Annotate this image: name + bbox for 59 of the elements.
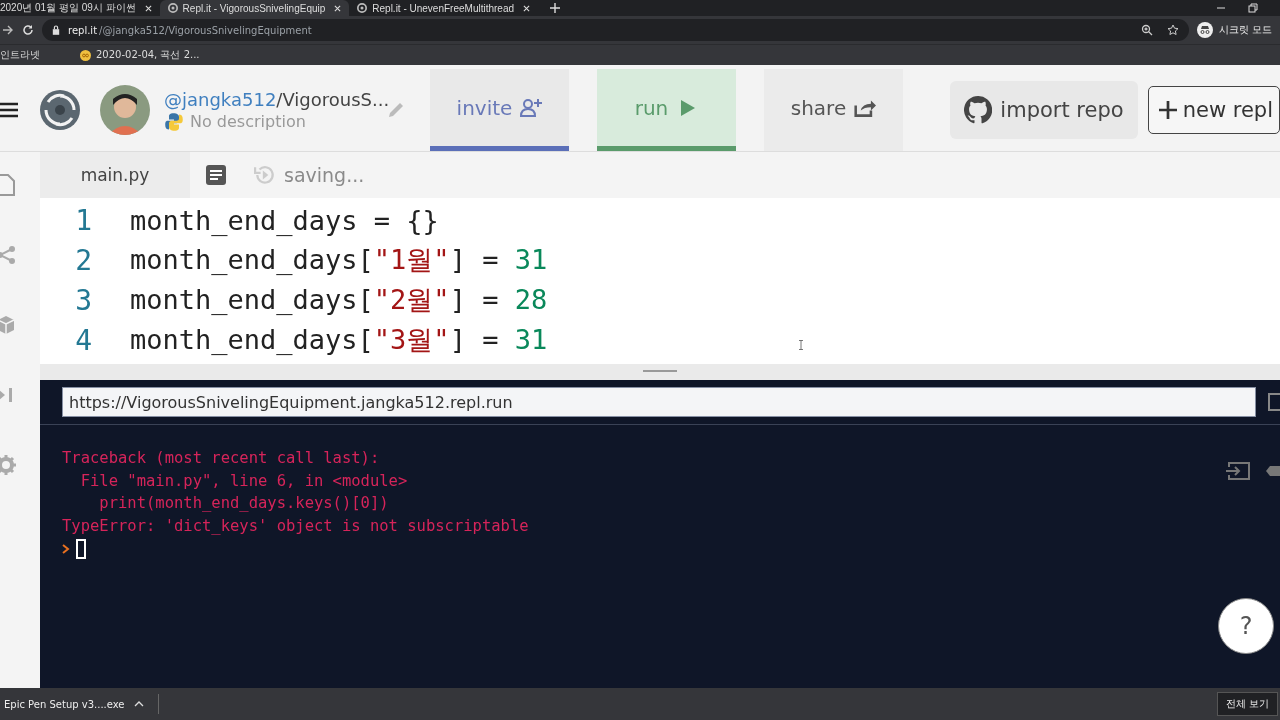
line-number: 1 [74, 203, 93, 237]
code-line: month_end_days["1월"] = 31 [130, 243, 548, 277]
line-number: 4 [74, 323, 93, 357]
document-icon[interactable] [206, 165, 226, 185]
caret-icon[interactable] [134, 701, 145, 707]
add-person-icon [520, 97, 543, 118]
incognito-icon [1196, 22, 1213, 38]
close-icon[interactable] [334, 4, 342, 12]
url-field[interactable]: https://VigorousSnivelingEquipment.jangka512.repl.run [62, 387, 1256, 417]
browser-tab[interactable]: 2020년 01월 평일 09시 파이썬 [0, 0, 160, 16]
repl-title[interactable]: @jangka512/VigorousS... [164, 88, 386, 110]
header-tab[interactable]: share [764, 69, 903, 151]
profile-button[interactable]: 시크릿 모드 [1196, 22, 1280, 38]
cat-logo-icon [964, 96, 993, 124]
close-icon[interactable] [523, 4, 531, 12]
plus-icon [1158, 101, 1177, 119]
history-icon [254, 164, 276, 186]
prompt-icon [62, 544, 70, 554]
code-line: month_end_days = {} [130, 204, 439, 236]
input-icon[interactable] [1226, 461, 1252, 481]
forward-icon[interactable] [2, 24, 14, 36]
new-tab-icon[interactable] [550, 3, 561, 13]
line-number: 2 [74, 243, 93, 277]
code-line: month_end_days["3월"] = 31 [130, 323, 548, 357]
close-icon[interactable] [144, 4, 152, 12]
code-line: month_end_days["2월"] = 28 [130, 283, 548, 317]
star-icon[interactable] [1166, 24, 1179, 36]
clear-icon[interactable] [1266, 464, 1280, 478]
resize-handle[interactable] [643, 370, 677, 372]
zoom-icon[interactable] [1140, 24, 1153, 36]
reload-icon[interactable] [22, 24, 34, 36]
window-icon[interactable] [1268, 393, 1280, 411]
help-button[interactable]: ? [1218, 598, 1274, 654]
download-item[interactable]: Epic Pen Setup v3....exe [0, 698, 125, 710]
python-icon [164, 111, 184, 132]
text-cursor-icon [798, 340, 804, 350]
bookmark[interactable]: 인트라넷 [0, 48, 40, 62]
address-bar[interactable]: repl.it /@jangka512/VigorousSnivelingEquipment [42, 19, 1189, 41]
restore-icon[interactable] [1248, 3, 1258, 13]
avatar[interactable] [100, 85, 150, 135]
bookmark[interactable]: 2020-02-04, 곡선 2... [52, 48, 200, 62]
browser-tab[interactable]: Repl.it - UnevenFreeMultithread [349, 0, 539, 16]
console-output: TypeError: 'dict_keys' object is not subscriptable [62, 515, 530, 537]
lock-icon [52, 25, 60, 35]
save-status: saving... [284, 164, 365, 186]
browser-tab[interactable]: Repl.it - VigorousSnivelingEquip [159, 0, 350, 16]
console-output: print(month_end_days.keys()[0]) [98, 493, 390, 514]
import-repo-button[interactable]: import repo [950, 81, 1138, 139]
logo-icon[interactable] [38, 88, 82, 132]
console-output: File "main.py", line 6, in <module> [79, 470, 409, 492]
console-output: Traceback (most recent call last): [62, 448, 381, 469]
cursor [76, 539, 86, 559]
share-nodes-icon[interactable] [0, 244, 16, 266]
new-repl-button[interactable]: new repl [1147, 86, 1280, 134]
menu-icon[interactable] [0, 102, 18, 118]
file-tab[interactable]: main.py [40, 152, 190, 198]
file-icon[interactable] [0, 174, 16, 196]
show-all-button[interactable]: 전체 보기 [1216, 692, 1278, 716]
line-number: 3 [74, 283, 93, 317]
